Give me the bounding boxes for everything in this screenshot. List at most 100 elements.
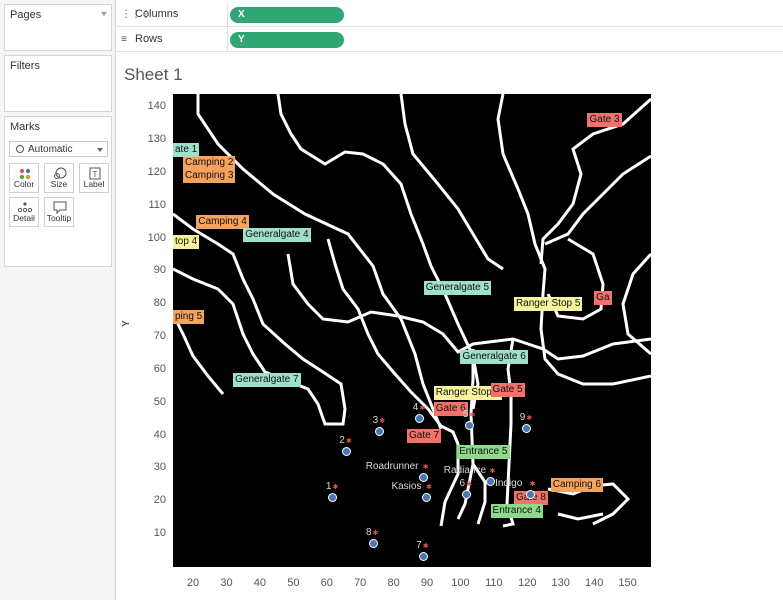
x-tick-label: 100 <box>451 577 470 589</box>
map-label-generalgate[interactable]: ate 1 <box>173 142 200 157</box>
columns-label: Columns <box>135 8 179 20</box>
map-label-camping[interactable]: Camping 3 <box>183 169 236 184</box>
data-point-label: 1 <box>325 481 332 493</box>
data-point-label: Radiance <box>443 464 487 476</box>
filters-card[interactable]: Filters <box>4 55 112 112</box>
map-label-camping[interactable]: Camping 2 <box>183 155 236 170</box>
label-button[interactable]: T Label <box>79 163 109 193</box>
svg-text:T: T <box>93 170 98 179</box>
map-label-entrance[interactable]: Entrance 5 <box>457 445 510 460</box>
x-tick-label: 150 <box>618 577 637 589</box>
map-label-gate[interactable]: Gate 7 <box>406 428 442 443</box>
x-tick-label: 140 <box>584 577 604 589</box>
chevron-down-icon <box>97 148 103 152</box>
mark-type-dropdown[interactable]: Automatic <box>9 141 108 157</box>
x-tick-label: 110 <box>485 577 503 589</box>
map-label-ranger[interactable]: top 4 <box>173 234 200 249</box>
y-tick-label: 70 <box>153 330 166 343</box>
map-label-camping[interactable]: ping 5 <box>173 310 205 325</box>
y-tick-label: 90 <box>153 264 166 277</box>
y-tick-label: 140 <box>147 100 166 113</box>
map-label-entrance[interactable]: Entrance 4 <box>490 504 543 519</box>
data-point[interactable] <box>422 493 432 503</box>
map-label-generalgate[interactable]: Generalgate 5 <box>423 280 492 295</box>
shelf-divider <box>227 3 228 26</box>
y-tick-label: 30 <box>153 461 166 474</box>
x-tick-label: 90 <box>420 577 434 589</box>
map-label-ranger[interactable]: Ranger Stop 5 <box>513 297 583 312</box>
data-point[interactable] <box>418 552 428 562</box>
pages-title: Pages <box>10 9 42 21</box>
color-button[interactable]: Color <box>9 163 39 193</box>
size-button[interactable]: Size <box>44 163 74 193</box>
size-label: Size <box>50 179 68 189</box>
shelf-divider <box>227 28 228 51</box>
data-point-label: Kasios <box>391 481 422 493</box>
data-point-label: 5 <box>462 408 469 420</box>
point-marker-icon: ✱ <box>372 530 379 537</box>
x-tick-label: 80 <box>387 577 400 589</box>
left-rail: Pages Filters Marks Automatic Color Size <box>0 0 116 600</box>
y-tick-label: 20 <box>153 494 166 507</box>
data-point-label: 7 <box>416 540 422 552</box>
rows-shelf[interactable]: ≡ Rows Y <box>117 28 783 52</box>
x-pill[interactable]: X <box>230 7 344 23</box>
columns-shelf[interactable]: ⋮⋮⋮ Columns X <box>117 3 783 27</box>
y-tick-label: 40 <box>153 428 166 441</box>
y-tick-label: 80 <box>153 297 166 310</box>
map-label-gate[interactable]: Gate 3 <box>587 113 622 128</box>
data-point-label: 2 <box>339 435 345 447</box>
point-marker-icon: ✱ <box>345 438 352 446</box>
y-tick-label: 100 <box>147 231 166 244</box>
rows-icon: ≡ <box>121 34 127 45</box>
point-marker-icon: ✱ <box>469 411 476 419</box>
x-tick-label: 40 <box>253 577 267 589</box>
map-label-gate[interactable]: Gate 5 <box>490 382 525 397</box>
y-axis-title[interactable]: Y <box>121 320 132 327</box>
data-point-label: 9 <box>519 412 526 424</box>
map-label-generalgate[interactable]: Generalgate 4 <box>243 228 311 243</box>
marks-title: Marks <box>10 121 40 133</box>
data-point[interactable] <box>368 539 378 548</box>
point-marker-icon: ✱ <box>529 480 536 488</box>
point-marker-icon: ✱ <box>422 464 429 472</box>
chevron-down-icon[interactable] <box>101 12 107 16</box>
map-label-camping[interactable]: Camping 4 <box>196 215 249 230</box>
label-label: Label <box>83 179 105 189</box>
pages-card[interactable]: Pages <box>4 4 112 51</box>
point-marker-icon: ✱ <box>526 415 533 423</box>
map-label-generalgate[interactable]: Generalgate 7 <box>233 372 301 387</box>
data-point[interactable] <box>341 447 351 457</box>
y-pill[interactable]: Y <box>230 32 344 48</box>
data-point-label: 3 <box>372 415 379 427</box>
data-point[interactable] <box>462 489 472 499</box>
data-point[interactable] <box>485 476 495 486</box>
data-point-label: 8 <box>365 527 372 538</box>
y-tick-label: 120 <box>147 165 166 178</box>
data-point[interactable] <box>525 489 535 499</box>
detail-button[interactable]: Detail <box>9 197 39 227</box>
map-label-generalgate[interactable]: Generalgate 6 <box>460 349 528 364</box>
y-tick-label: 60 <box>153 362 166 375</box>
x-tick-label: 70 <box>354 577 367 589</box>
x-tick-label: 130 <box>551 577 570 589</box>
map-label-camping[interactable]: Camping 6 <box>550 477 604 492</box>
data-point-label: 6 <box>459 477 466 489</box>
filters-title: Filters <box>10 60 40 72</box>
data-point-label: 4 <box>412 402 419 414</box>
tooltip-button[interactable]: Tooltip <box>44 197 74 227</box>
color-label: Color <box>13 179 35 189</box>
sheet-title: Sheet 1 <box>124 65 183 84</box>
y-tick-label: 50 <box>153 395 166 408</box>
data-point-label: Roadrunner <box>365 461 419 473</box>
x-tick-label: 30 <box>220 577 233 589</box>
point-marker-icon: ✱ <box>466 480 473 488</box>
x-tick-label: 20 <box>186 577 200 589</box>
map-plot[interactable]: Camping 2 Camping 3 Gate 3 ate 1 Camping 4 to… <box>173 94 651 567</box>
circle-mark-icon <box>16 145 24 153</box>
y-tick-label: 10 <box>153 527 166 540</box>
map-label-gate[interactable]: Ga <box>594 290 612 305</box>
tooltip-label: Tooltip <box>46 213 72 223</box>
detail-label: Detail <box>13 213 35 223</box>
y-pill-label: Y <box>238 34 245 45</box>
